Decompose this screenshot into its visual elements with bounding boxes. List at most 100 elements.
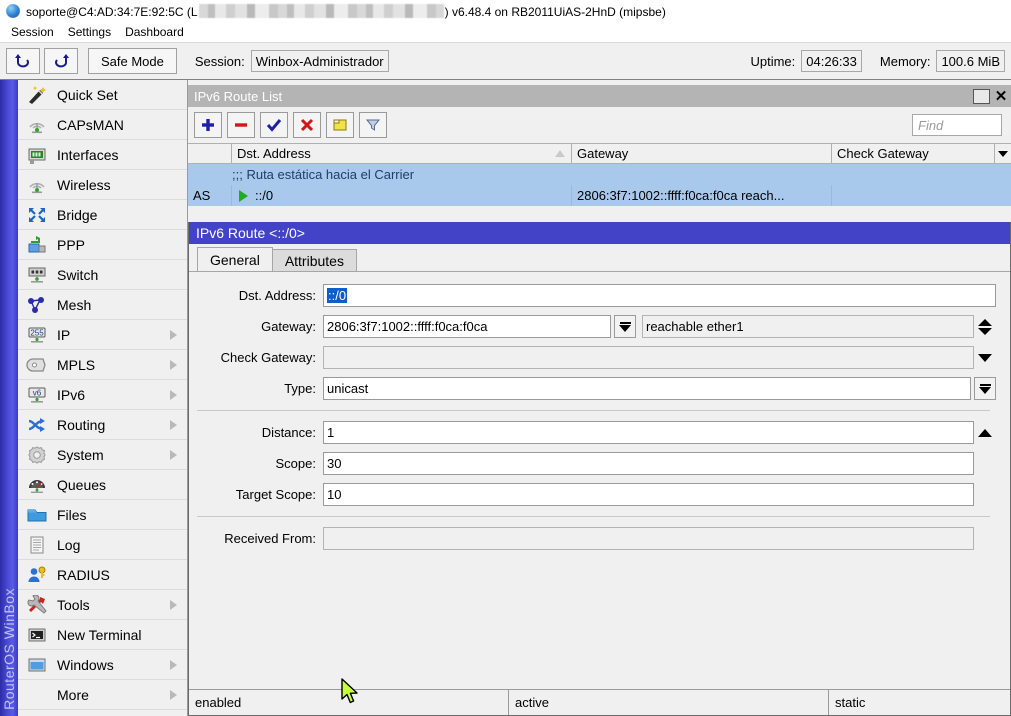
target-scope-input[interactable]: 10 <box>323 483 974 506</box>
add-button[interactable] <box>194 112 222 138</box>
gateway-spinner[interactable] <box>974 319 996 335</box>
scope-input[interactable]: 30 <box>323 452 974 475</box>
radius-key-icon <box>26 565 48 585</box>
tab-attributes[interactable]: Attributes <box>272 249 357 271</box>
enable-button[interactable] <box>260 112 288 138</box>
sidebar-item-radius[interactable]: RADIUS <box>18 560 187 590</box>
cell-check-gateway <box>832 185 1011 206</box>
ipv6-icon: v6 <box>26 385 48 405</box>
wand-icon <box>26 85 48 105</box>
route-list-header: Dst. Address Gateway Check Gateway <box>188 143 1011 164</box>
chevron-down-icon <box>978 354 992 362</box>
sidebar-item-routing[interactable]: Routing <box>18 410 187 440</box>
sidebar-item-capsman[interactable]: CAPsMAN <box>18 110 187 140</box>
session-value[interactable]: Winbox-Administrador <box>251 50 389 72</box>
svg-text:255: 255 <box>30 328 44 337</box>
sidebar-item-mesh[interactable]: Mesh <box>18 290 187 320</box>
maximize-button[interactable] <box>973 89 990 104</box>
redacted-identity <box>199 4 444 18</box>
minus-icon <box>233 117 249 133</box>
comment-button[interactable] <box>326 112 354 138</box>
column-header-check-gateway[interactable]: Check Gateway <box>832 144 995 163</box>
close-icon[interactable]: ✕ <box>993 88 1009 104</box>
uptime-value: 04:26:33 <box>801 50 862 72</box>
distance-spinner-up[interactable] <box>974 429 996 437</box>
menu-session[interactable]: Session <box>4 24 61 40</box>
disable-button[interactable] <box>293 112 321 138</box>
chevron-right-icon <box>170 660 177 670</box>
dialog-tabs: General Attributes <box>189 244 1010 271</box>
remove-button[interactable] <box>227 112 255 138</box>
tab-general[interactable]: General <box>197 247 273 271</box>
sidebar-item-label: RADIUS <box>57 567 110 583</box>
sidebar-item-label: System <box>57 447 104 463</box>
find-input[interactable]: Find <box>912 114 1002 136</box>
dialog-form: Dst. Address: ::/0 Gateway: 2806:3f7:100… <box>189 272 1010 689</box>
gateway-input[interactable]: 2806:3f7:1002::ffff:f0ca:f0ca <box>323 315 611 338</box>
chevron-right-icon <box>170 360 177 370</box>
chevron-right-icon <box>170 390 177 400</box>
column-chooser-button[interactable] <box>995 144 1011 163</box>
sidebar-item-ipv6[interactable]: v6 IPv6 <box>18 380 187 410</box>
sidebar-item-log[interactable]: Log <box>18 530 187 560</box>
sidebar-item-system[interactable]: System <box>18 440 187 470</box>
cross-icon <box>299 117 315 133</box>
sidebar-item-queues[interactable]: Queues <box>18 470 187 500</box>
dst-address-label: Dst. Address: <box>193 288 323 303</box>
sidebar-item-windows[interactable]: Windows <box>18 650 187 680</box>
memory-label: Memory: <box>880 54 931 69</box>
safe-mode-button[interactable]: Safe Mode <box>88 48 177 74</box>
sidebar-item-tools[interactable]: Tools <box>18 590 187 620</box>
sidebar-item-bridge[interactable]: Bridge <box>18 200 187 230</box>
windows-icon <box>26 655 48 675</box>
table-row[interactable]: AS ::/0 2806:3f7:1002::ffff:f0ca:f0ca re… <box>188 185 1011 206</box>
check-gateway-dropdown-button[interactable] <box>974 354 996 362</box>
column-header-gateway[interactable]: Gateway <box>572 144 832 163</box>
redo-button[interactable] <box>44 48 78 74</box>
route-list-title: IPv6 Route List <box>194 89 973 104</box>
queues-icon <box>26 475 48 495</box>
field-row-target-scope: Target Scope: 10 <box>193 483 996 506</box>
chevron-right-icon <box>170 450 177 460</box>
scope-label: Scope: <box>193 456 323 471</box>
field-row-check-gateway: Check Gateway: <box>193 346 996 369</box>
column-header-dst-address[interactable]: Dst. Address <box>232 144 572 163</box>
column-header-flags[interactable] <box>188 144 232 163</box>
check-gateway-input[interactable] <box>323 346 974 369</box>
menu-dashboard[interactable]: Dashboard <box>118 24 191 40</box>
sidebar-item-ip[interactable]: 255 IP <box>18 320 187 350</box>
sidebar-item-files[interactable]: Files <box>18 500 187 530</box>
undo-button[interactable] <box>6 48 40 74</box>
sidebar-item-switch[interactable]: Switch <box>18 260 187 290</box>
dropdown-bar-icon <box>619 322 631 332</box>
form-divider-2 <box>197 516 990 517</box>
route-comment: ;;; Ruta estática hacia el Carrier <box>232 164 1011 185</box>
distance-label: Distance: <box>193 425 323 440</box>
dst-address-input[interactable]: ::/0 <box>323 284 996 307</box>
cell-flags: AS <box>188 185 232 206</box>
sidebar-item-label: Interfaces <box>57 147 118 163</box>
sort-ascending-icon <box>555 150 565 157</box>
type-input[interactable]: unicast <box>323 377 971 400</box>
type-dropdown-button[interactable] <box>974 377 996 400</box>
filter-button[interactable] <box>359 112 387 138</box>
sidebar-item-wireless[interactable]: Wireless <box>18 170 187 200</box>
sidebar-item-ppp[interactable]: PPP <box>18 230 187 260</box>
distance-input[interactable]: 1 <box>323 421 974 444</box>
sidebar-item-interfaces[interactable]: Interfaces <box>18 140 187 170</box>
route-list-titlebar: IPv6 Route List ✕ <box>188 85 1011 107</box>
terminal-icon <box>26 625 48 645</box>
sidebar-item-new-terminal[interactable]: New Terminal <box>18 620 187 650</box>
menu-settings[interactable]: Settings <box>61 24 118 40</box>
table-row-comment[interactable]: ;;; Ruta estática hacia el Carrier <box>188 164 1011 185</box>
sidebar-item-label: Windows <box>57 657 114 673</box>
gateway-dropdown-button[interactable] <box>614 315 636 338</box>
undo-icon <box>14 53 32 69</box>
sidebar-item-more[interactable]: More <box>18 680 187 710</box>
sidebar-item-label: Bridge <box>57 207 97 223</box>
sidebar-item-label: Log <box>57 537 80 553</box>
window-titlebar: soporte@C4:AD:34:7E:92:5C (L) v6.48.4 on… <box>0 0 1011 22</box>
sidebar-item-mpls[interactable]: MPLS <box>18 350 187 380</box>
folder-icon <box>26 505 48 525</box>
sidebar-item-quick-set[interactable]: Quick Set <box>18 80 187 110</box>
